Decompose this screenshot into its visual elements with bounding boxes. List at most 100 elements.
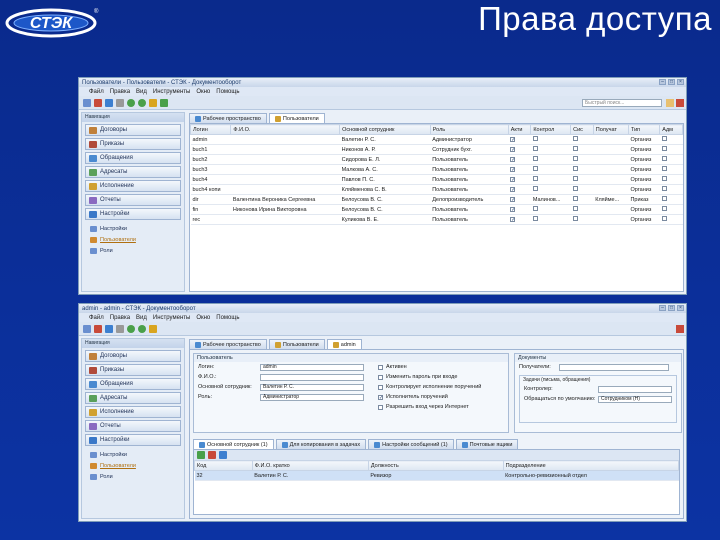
checkbox[interactable] bbox=[572, 176, 578, 181]
menu-item[interactable]: Окно bbox=[196, 315, 210, 321]
document-tab[interactable]: Пользователи bbox=[268, 339, 325, 349]
refresh-icon[interactable] bbox=[105, 324, 113, 333]
field-input[interactable] bbox=[260, 373, 364, 381]
table-row[interactable]: dir Валентина Вероника Сергеевна Белоусова… bbox=[190, 194, 683, 205]
column-header[interactable]: Код bbox=[194, 460, 253, 471]
checkbox[interactable] bbox=[661, 186, 667, 191]
checkbox[interactable] bbox=[532, 216, 538, 221]
controller-input[interactable] bbox=[598, 385, 672, 393]
column-header[interactable]: Тип bbox=[627, 124, 661, 135]
bottom-tab[interactable]: Настройки сообщений (1) bbox=[368, 439, 454, 449]
checkbox[interactable] bbox=[661, 216, 667, 221]
column-header[interactable]: Подразделение bbox=[502, 460, 680, 471]
nav-subitem[interactable]: Пользователи bbox=[82, 460, 184, 471]
nav-subitem[interactable]: Роли bbox=[82, 245, 184, 256]
nav-subitem[interactable]: Пользователи bbox=[82, 234, 184, 245]
document-tab[interactable]: Пользователи bbox=[268, 113, 325, 123]
new-icon[interactable] bbox=[83, 98, 91, 107]
column-header[interactable]: Получат bbox=[592, 124, 629, 135]
table-row[interactable]: buch2 Сидорова Е. Л.Пользователь Организ bbox=[190, 154, 683, 165]
checkbox[interactable] bbox=[661, 206, 667, 211]
back-icon[interactable] bbox=[127, 98, 135, 107]
document-tab[interactable]: admin bbox=[326, 339, 362, 349]
checkbox[interactable] bbox=[661, 166, 667, 171]
maximize-button[interactable]: □ bbox=[668, 79, 675, 85]
minimize-button[interactable]: – bbox=[659, 79, 666, 85]
table-row[interactable]: buch4 копи Кляйменова С. В.Пользователь Ор… bbox=[190, 184, 683, 195]
field-input[interactable]: admin bbox=[260, 363, 364, 371]
table-row[interactable]: buch4 Павлов П. С.Пользователь Организ bbox=[190, 174, 683, 185]
checkbox[interactable] bbox=[532, 186, 538, 191]
nav-group[interactable]: Адресаты bbox=[85, 166, 181, 178]
document-tab[interactable]: Рабочее пространство bbox=[189, 339, 267, 349]
nav-group[interactable]: Обращения bbox=[85, 152, 181, 164]
checkbox[interactable] bbox=[532, 156, 538, 161]
quick-search-input[interactable]: Быстрый поиск... bbox=[582, 99, 662, 107]
checkbox[interactable] bbox=[510, 196, 516, 202]
nav-group[interactable]: Обращения bbox=[85, 378, 181, 390]
column-header[interactable]: Роль bbox=[429, 124, 509, 135]
menu-item[interactable]: Файл bbox=[89, 89, 104, 95]
checkbox-row[interactable]: Контролирует исполнение поручений bbox=[374, 382, 508, 392]
checkbox[interactable] bbox=[661, 136, 667, 141]
nav-group[interactable]: Адресаты bbox=[85, 392, 181, 404]
checkbox[interactable] bbox=[572, 136, 578, 141]
column-header[interactable]: Адм bbox=[659, 124, 683, 135]
bottom-tab[interactable]: Основной сотрудник (1) bbox=[193, 439, 274, 449]
nav-subitem[interactable]: Настройки bbox=[82, 449, 184, 460]
nav-group[interactable]: Приказы bbox=[85, 364, 181, 376]
delete-icon[interactable] bbox=[94, 98, 102, 107]
bottom-tab[interactable]: Для копирования в задачах bbox=[275, 439, 367, 449]
column-header[interactable]: Контрол bbox=[530, 124, 572, 135]
checkbox-row[interactable]: Изменить пароль при входе bbox=[374, 372, 508, 382]
menu-item[interactable]: Правка bbox=[110, 315, 130, 321]
nav-group[interactable]: Отчеты bbox=[85, 194, 181, 206]
checkbox-row[interactable]: Разрешить вход через Интернет bbox=[374, 402, 508, 412]
settings-icon[interactable] bbox=[116, 98, 124, 107]
menu-item[interactable]: Помощь bbox=[216, 89, 239, 95]
document-tab[interactable]: Рабочее пространство bbox=[189, 113, 267, 123]
checkbox[interactable] bbox=[572, 186, 578, 191]
close-button[interactable]: × bbox=[677, 79, 684, 85]
apply-icon[interactable] bbox=[160, 98, 168, 107]
nav-group[interactable]: Договоры bbox=[85, 350, 181, 362]
nav-group[interactable]: Исполнение bbox=[85, 180, 181, 192]
back-icon[interactable] bbox=[127, 324, 135, 333]
field-input[interactable]: Администратор bbox=[260, 393, 364, 401]
minimize-button[interactable]: – bbox=[659, 305, 666, 311]
close-panel-icon[interactable] bbox=[676, 325, 684, 333]
table-row[interactable]: buch3 Малкова А. С.Пользователь Организ bbox=[190, 164, 683, 175]
checkbox[interactable] bbox=[510, 216, 516, 222]
nav-group[interactable]: Исполнение bbox=[85, 406, 181, 418]
checkbox[interactable] bbox=[510, 136, 516, 142]
menu-item[interactable]: Файл bbox=[89, 315, 104, 321]
table-row[interactable]: buch1 Никонов А. Р.Сотрудник бухг. Организ bbox=[190, 144, 683, 155]
menu-item[interactable]: Помощь bbox=[216, 315, 239, 321]
checkbox[interactable] bbox=[532, 136, 538, 141]
checkbox[interactable] bbox=[532, 176, 538, 181]
recipients-input[interactable] bbox=[559, 363, 669, 371]
nav-group[interactable]: Настройки bbox=[85, 434, 181, 446]
column-header[interactable]: Акти bbox=[507, 124, 532, 135]
table-row[interactable]: fin Никонова Ирина Викторовна Белоусова В.… bbox=[190, 204, 683, 215]
nav-subitem[interactable]: Настройки bbox=[82, 223, 184, 234]
checkbox[interactable] bbox=[532, 166, 538, 171]
bottom-tab[interactable]: Почтовые ящики bbox=[455, 439, 519, 449]
menu-item[interactable]: Инструменты bbox=[153, 315, 190, 321]
table-row[interactable]: admin Валетин Р. С.Администратор Организ bbox=[190, 134, 683, 145]
remove-icon[interactable] bbox=[208, 451, 216, 459]
checkbox[interactable] bbox=[572, 166, 578, 171]
refresh-icon[interactable] bbox=[105, 98, 113, 107]
field-input[interactable]: Валетин Р. С. bbox=[260, 383, 364, 391]
star-icon[interactable] bbox=[149, 324, 157, 333]
menu-item[interactable]: Вид bbox=[136, 89, 147, 95]
close-button[interactable]: × bbox=[677, 305, 684, 311]
settings-icon[interactable] bbox=[116, 324, 124, 333]
nav-group[interactable]: Приказы bbox=[85, 138, 181, 150]
checkbox[interactable] bbox=[510, 206, 516, 212]
table-row[interactable]: 32 Валетин Р. С. Ревизор Контрольно-ревизио… bbox=[194, 470, 679, 481]
menu-item[interactable]: Инструменты bbox=[153, 89, 190, 95]
checkbox[interactable] bbox=[661, 176, 667, 181]
checkbox-row[interactable]: Активен bbox=[374, 362, 508, 372]
checkbox[interactable] bbox=[572, 216, 578, 221]
